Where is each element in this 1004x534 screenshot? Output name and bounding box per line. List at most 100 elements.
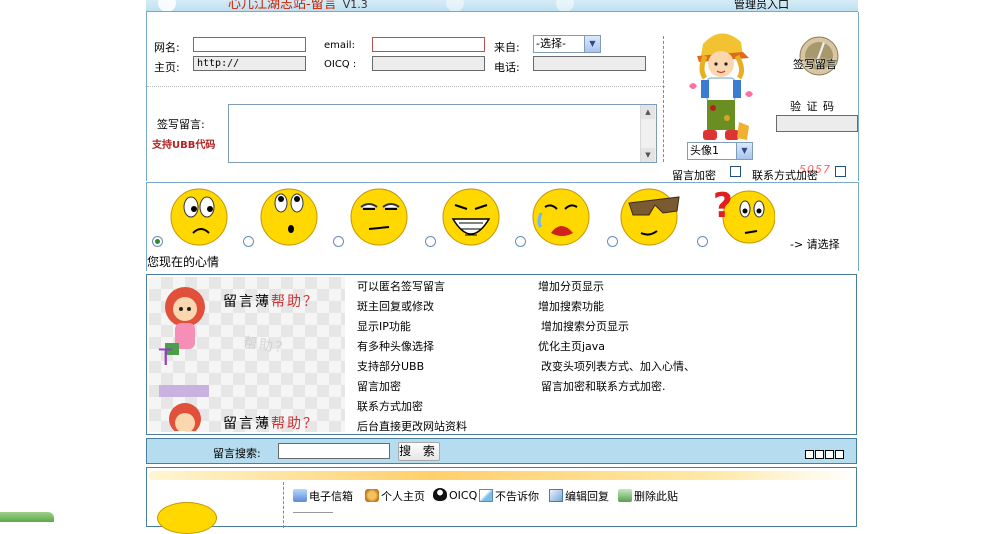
entry-separator <box>283 482 284 528</box>
help-title: 留言薄帮助？ <box>223 294 319 310</box>
message-entry: 电子信箱 个人主页 OICQ 不告诉你 编辑回复 删除此贴 <box>146 467 857 534</box>
feature-right-4: 优化主页java <box>538 340 606 353</box>
sign-message-label[interactable]: 签写留言 <box>793 56 837 72</box>
guestbook-page: 心儿江湖志站-留言 V1.3 管理员入口 网名: email: 来自: -选择- … <box>146 0 859 534</box>
email-label: email: <box>324 40 355 51</box>
feature-right-2: 增加搜索功能 <box>538 300 604 313</box>
mood-grin-icon[interactable] <box>439 183 503 247</box>
admin-entry-link[interactable]: 管理员入口 <box>734 0 789 11</box>
ubb-support-note: 支持UBB代码 <box>152 140 216 151</box>
page-box[interactable] <box>835 450 844 459</box>
page-box[interactable] <box>815 450 824 459</box>
from-label: 来自: <box>494 41 520 54</box>
avatar-select[interactable]: 头像1 ▼ <box>687 142 753 160</box>
svg-text:?: ? <box>713 186 733 226</box>
mood-radio-6[interactable] <box>607 236 618 247</box>
mood-crying-icon[interactable] <box>529 183 593 247</box>
scroll-down-icon[interactable]: ▼ <box>641 148 655 162</box>
encrypt-contact-label: 联系方式加密 <box>752 169 818 182</box>
feature-right-1: 增加分页显示 <box>538 280 604 293</box>
message-form: 网名: email: 来自: -选择- ▼ 主页: http:// OICQ :… <box>146 12 859 182</box>
current-mood-label: 您现在的心情 <box>147 255 220 269</box>
phone-input[interactable] <box>533 56 646 71</box>
captcha-label: 验 证 码 <box>790 100 835 113</box>
homepage-tool-link[interactable]: 个人主页 <box>365 488 425 504</box>
phone-label: 电话: <box>494 61 520 74</box>
feature-left-7: 联系方式加密 <box>357 400 423 413</box>
chevron-down-icon[interactable]: ▼ <box>584 36 600 52</box>
mood-choose-hint: -> 请选择 <box>790 238 840 251</box>
feature-left-6: 留言加密 <box>357 380 401 393</box>
site-title: 心儿江湖志站-留言 V1.3 <box>228 0 368 12</box>
form-divider <box>147 86 665 87</box>
delete-tool-link[interactable]: 删除此贴 <box>618 488 678 504</box>
email-tool-link[interactable]: 电子信箱 <box>293 488 353 504</box>
search-bar: 留言搜索: 搜 索 <box>146 438 857 464</box>
feature-right-5: 改变头项列表方式、加入心情、 <box>541 360 695 373</box>
flower-decoration-icon <box>556 0 574 11</box>
name-label: 网名: <box>154 41 180 54</box>
entry-header-bar <box>149 471 854 480</box>
pagination-boxes <box>804 450 844 462</box>
edit-reply-tool-link[interactable]: 编辑回复 <box>549 488 609 504</box>
encrypt-message-checkbox[interactable] <box>730 166 741 177</box>
scroll-up-icon[interactable]: ▲ <box>641 105 655 119</box>
mood-sad-icon[interactable] <box>167 183 231 247</box>
note-icon <box>479 489 493 502</box>
flower-decoration-icon <box>446 0 464 11</box>
entry-text-stub <box>293 512 333 519</box>
taskbar-edge <box>0 512 54 522</box>
name-input[interactable] <box>193 37 306 52</box>
mood-selector: ? -> 请选择 您现在的心情 <box>146 182 859 271</box>
help-title-footer: 留言薄帮助？ <box>223 416 319 432</box>
penguin-icon <box>433 488 447 501</box>
oicq-input[interactable] <box>372 56 485 71</box>
search-label: 留言搜索: <box>213 447 261 460</box>
mood-radio-7[interactable] <box>697 236 708 247</box>
page-box[interactable] <box>825 450 834 459</box>
mood-radio-5[interactable] <box>515 236 526 247</box>
help-girl-icon: T <box>158 287 209 431</box>
entry-avatar <box>157 502 217 534</box>
feature-right-3: 增加搜索分页显示 <box>541 320 629 333</box>
homepage-input[interactable]: http:// <box>193 56 306 71</box>
help-panel: T 留言薄帮助？ 留言薄帮助？ 帮助？ 可以匿名签写留言 斑主回复或修改 显示I… <box>146 274 857 435</box>
secret-tool-link[interactable]: 不告诉你 <box>479 488 539 504</box>
feature-left-1: 可以匿名签写留言 <box>357 280 445 293</box>
search-button[interactable]: 搜 索 <box>398 442 440 461</box>
chevron-down-icon[interactable]: ▼ <box>736 143 752 159</box>
mood-radio-1[interactable] <box>152 236 163 247</box>
feature-left-5: 支持部分UBB <box>357 360 425 373</box>
encrypt-message-label: 留言加密 <box>672 169 716 182</box>
message-textarea[interactable]: ▲ ▼ <box>228 104 657 163</box>
oicq-label: OICQ : <box>324 59 357 70</box>
feature-left-3: 显示IP功能 <box>357 320 411 333</box>
mood-radio-4[interactable] <box>425 236 436 247</box>
email-input[interactable] <box>372 37 485 52</box>
feature-left-4: 有多种头像选择 <box>357 340 434 353</box>
oicq-tool-link[interactable]: OICQ <box>433 488 477 502</box>
avatar-select-value: 头像1 <box>690 144 719 157</box>
edit-icon <box>549 489 563 502</box>
delete-icon <box>618 489 632 502</box>
homepage-label: 主页: <box>154 61 180 74</box>
mood-radio-3[interactable] <box>333 236 344 247</box>
flower-decoration-icon <box>158 0 176 11</box>
encrypt-contact-checkbox[interactable] <box>835 166 846 177</box>
from-select[interactable]: -选择- ▼ <box>533 35 601 53</box>
svg-text:T: T <box>158 346 173 371</box>
mood-sleepy-icon[interactable] <box>347 183 411 247</box>
home-icon <box>365 489 379 502</box>
mood-confused-icon[interactable]: ? <box>711 183 775 247</box>
top-banner: 心儿江湖志站-留言 V1.3 管理员入口 <box>146 0 858 12</box>
captcha-input[interactable] <box>776 115 858 132</box>
feature-right-6: 留言加密和联系方式加密. <box>541 380 666 393</box>
mood-radio-2[interactable] <box>243 236 254 247</box>
search-input[interactable] <box>278 443 390 459</box>
mood-surprised-icon[interactable] <box>257 183 321 247</box>
message-label: 签写留言: <box>157 118 205 131</box>
from-select-value: -选择- <box>536 37 566 50</box>
textarea-scrollbar[interactable]: ▲ ▼ <box>640 105 656 162</box>
mood-cool-icon[interactable] <box>619 183 683 247</box>
page-box[interactable] <box>805 450 814 459</box>
